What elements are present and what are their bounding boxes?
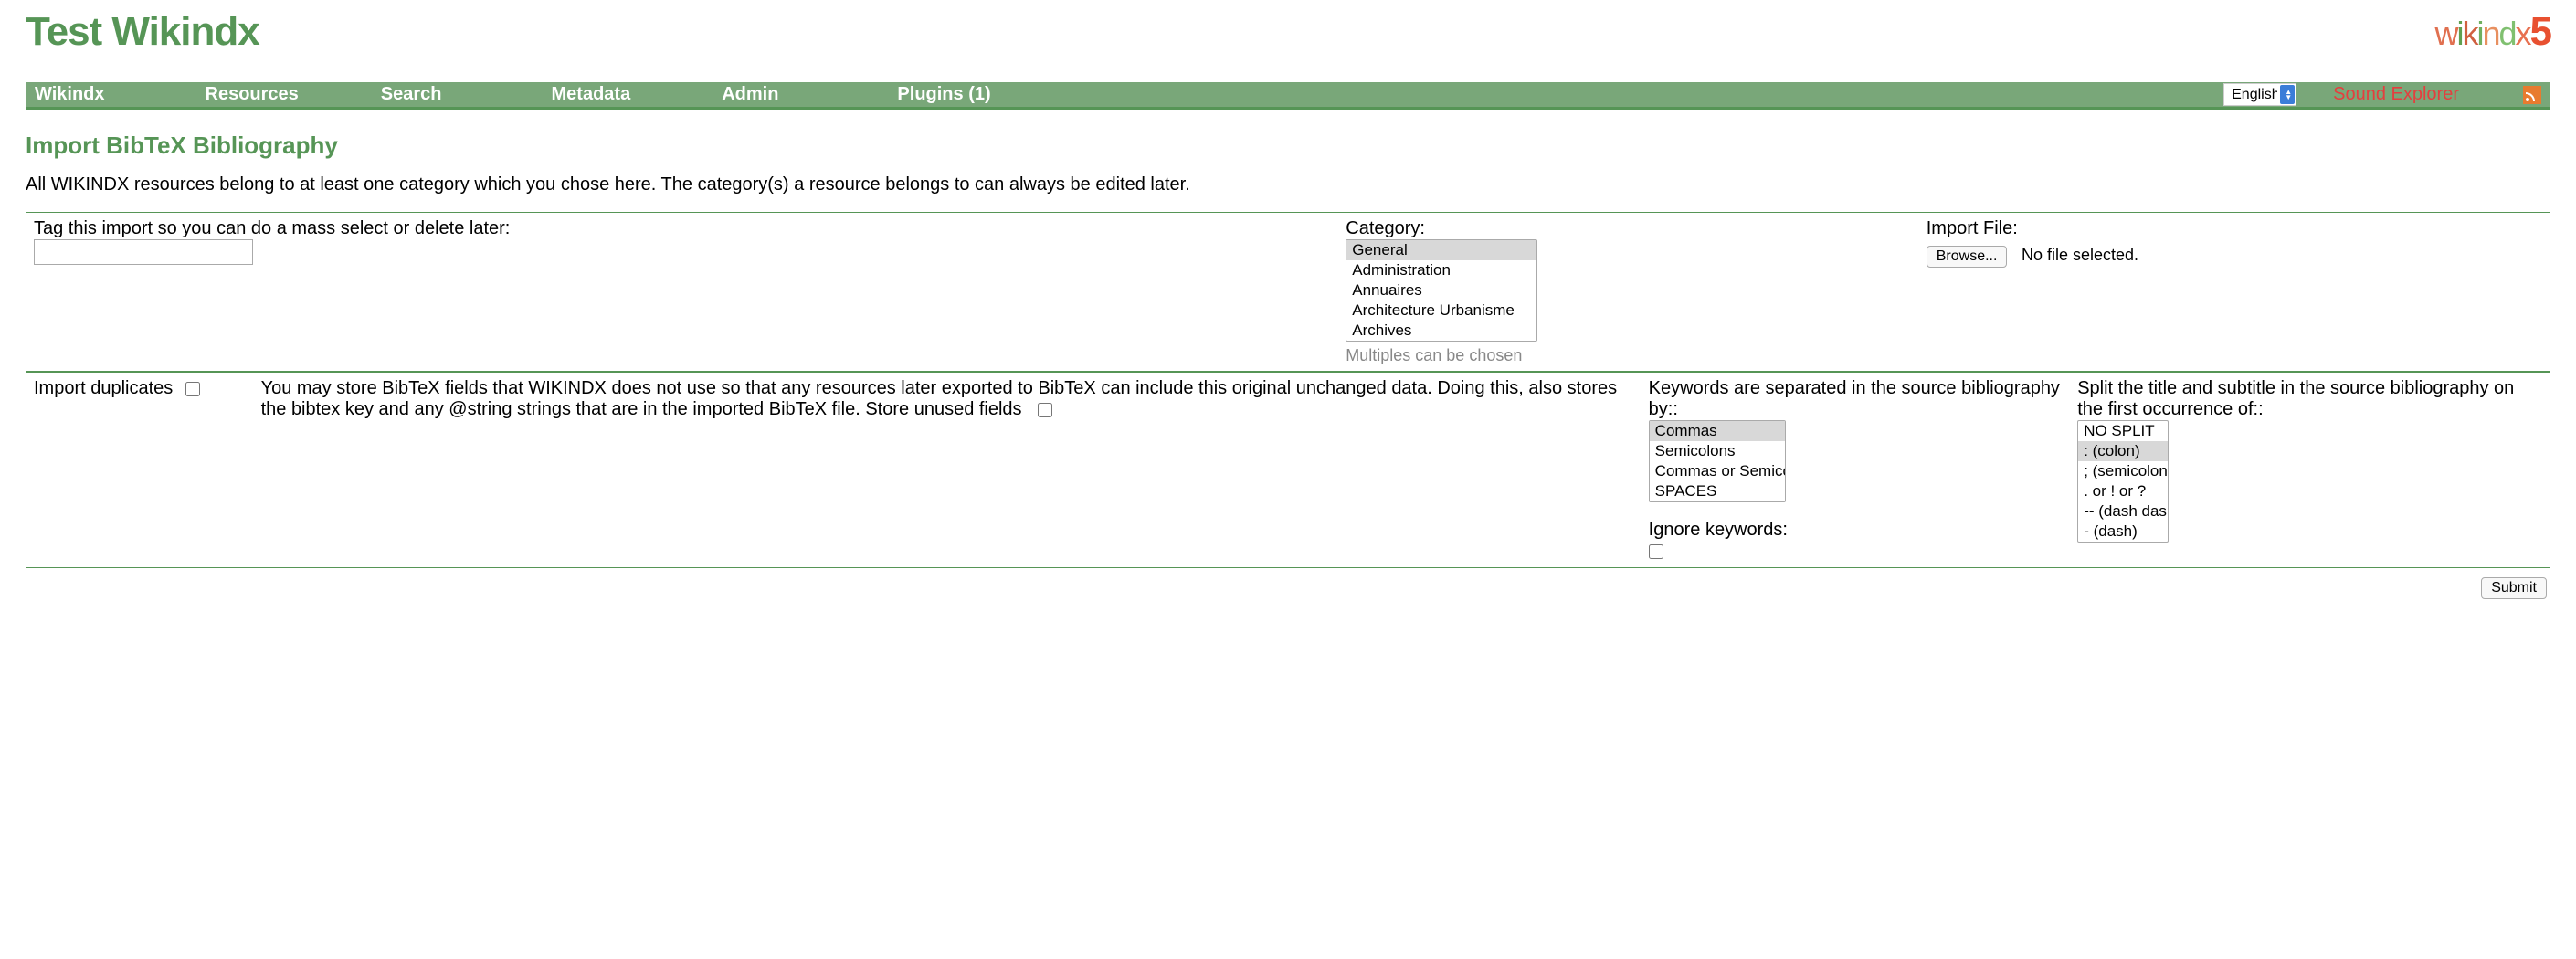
menu-metadata[interactable]: Metadata [470,84,659,105]
sound-explorer-link[interactable]: Sound Explorer [2333,84,2459,105]
language-select[interactable]: English [2223,83,2296,106]
logo-char: k [2462,15,2476,52]
intro-text: All WIKINDX resources belong to at least… [26,174,2550,195]
file-status: No file selected. [2022,246,2138,264]
tag-input[interactable] [34,239,253,265]
logo-char: 5 [2530,9,2550,54]
store-unused-checkbox[interactable] [1038,403,1052,417]
menu-admin[interactable]: Admin [658,84,806,105]
tag-label: Tag this import so you can do a mass sel… [34,218,1331,239]
logo-char: x [2516,15,2530,52]
submit-button[interactable]: Submit [2481,577,2547,599]
page-title: Import BibTeX Bibliography [26,132,2550,160]
logo-char: w [2434,15,2456,52]
ignore-keywords-checkbox[interactable] [1649,544,1663,559]
duplicates-checkbox[interactable] [185,382,200,396]
menu-plugins[interactable]: Plugins (1) [806,84,1018,105]
menu-search[interactable]: Search [326,84,470,105]
category-label: Category: [1346,218,1911,239]
logo-char: n [2482,15,2498,52]
logo-char: d [2498,15,2515,52]
menu-wikindx[interactable]: Wikindx [35,84,132,105]
import-file-label: Import File: [1927,218,2542,239]
import-form: Tag this import so you can do a mass sel… [26,212,2550,568]
ignore-keywords-label: Ignore keywords: [1649,520,2064,541]
rss-icon[interactable] [2523,86,2541,104]
menu-resources[interactable]: Resources [132,84,326,105]
keyword-separator-select[interactable]: CommasSemicolonsCommas or SemicolonsSPAC… [1649,420,1786,502]
duplicates-label: Import duplicates [34,378,173,398]
keywords-label: Keywords are separated in the source bib… [1649,378,2064,420]
store-unused-text: You may store BibTeX fields that WIKINDX… [261,378,1618,419]
split-select[interactable]: NO SPLIT: (colon); (semicolon). or ! or … [2077,420,2169,543]
category-select[interactable]: GeneralAdministrationAnnuairesArchitectu… [1346,239,1537,342]
category-hint: Multiples can be chosen [1346,346,1911,365]
site-title: Test Wikindx [26,9,259,55]
browse-button[interactable]: Browse... [1927,246,2008,268]
menubar: Wikindx Resources Search Metadata Admin … [26,82,2550,110]
logo: wikindx5 [2434,9,2550,55]
split-label: Split the title and subtitle in the sour… [2077,378,2542,420]
